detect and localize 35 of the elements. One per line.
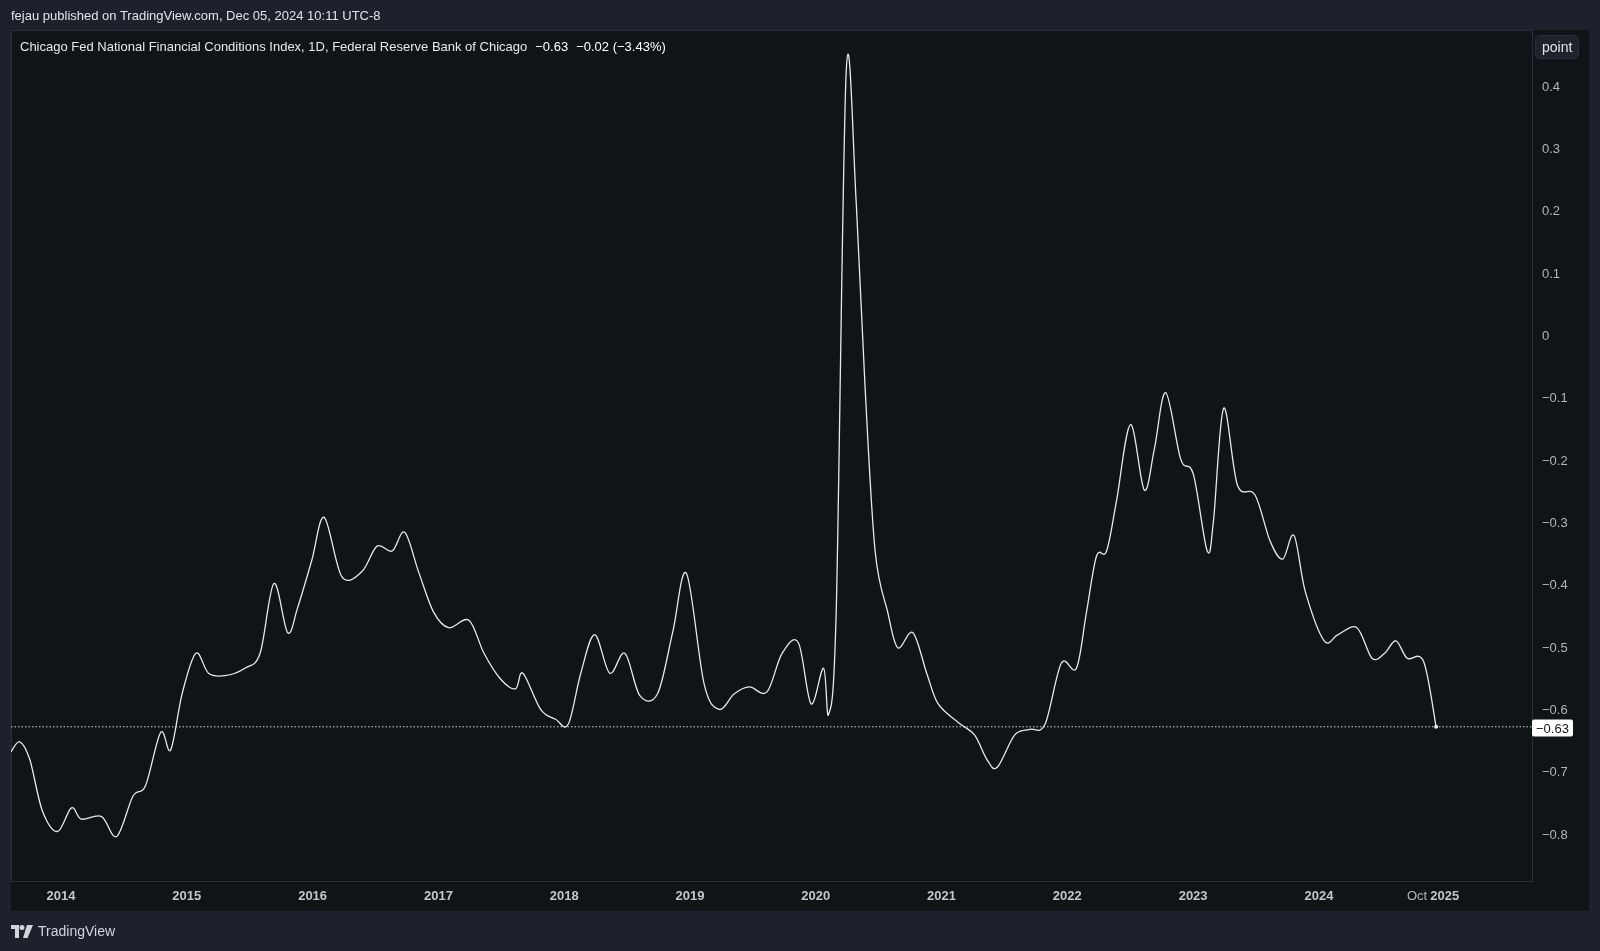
y-axis-label: −0.4 bbox=[1542, 576, 1568, 592]
y-axis-label: −0.2 bbox=[1542, 452, 1568, 468]
y-axis-label: 0.2 bbox=[1542, 203, 1561, 218]
legend-value: −0.63 bbox=[535, 39, 569, 54]
x-axis-label: 2021 bbox=[927, 888, 956, 903]
x-axis-label: 2022 bbox=[1052, 888, 1082, 903]
y-axis-label: −0.8 bbox=[1542, 826, 1568, 842]
x-axis-label: 2015 bbox=[172, 888, 202, 903]
x-axis-label: 2023 bbox=[1178, 888, 1208, 903]
x-axis-label: 2025 bbox=[1430, 888, 1460, 903]
y-axis-label: −0.5 bbox=[1542, 639, 1568, 655]
x-axis-label: 2020 bbox=[801, 888, 831, 903]
y-axis-label: 0 bbox=[1542, 327, 1550, 343]
x-axis-label: 2016 bbox=[298, 888, 328, 903]
x-axis-label: 2014 bbox=[46, 888, 76, 903]
y-axis-label: 0.3 bbox=[1542, 140, 1561, 156]
x-axis-label: 2018 bbox=[549, 888, 579, 903]
logo-icon bbox=[11, 924, 33, 938]
x-axis-label: 2019 bbox=[675, 888, 705, 903]
y-axis-label: −0.7 bbox=[1542, 763, 1568, 779]
x-axis-label: Oct bbox=[1406, 888, 1428, 903]
y-axis-label: 0.4 bbox=[1542, 78, 1561, 94]
scale-mode-button[interactable]: point bbox=[1535, 35, 1580, 59]
y-axis-label: 0.1 bbox=[1542, 265, 1561, 281]
y-axis-label: −0.6 bbox=[1542, 701, 1568, 717]
legend-title: Chicago Fed National Financial Conditions Index, 1D, Federal Reserve Bank of Chicago bbox=[20, 39, 528, 54]
publisher-caption: fejau published on TradingView.com, Dec 05, 2024 10:11 UTC-8 bbox=[11, 7, 381, 23]
price-label: −0.63 bbox=[1532, 719, 1573, 737]
y-axis-label: −0.3 bbox=[1542, 514, 1568, 530]
x-axis-label: 2024 bbox=[1304, 888, 1334, 903]
last-point-dot bbox=[1434, 724, 1439, 729]
y-axis-label: −0.1 bbox=[1542, 389, 1568, 405]
x-axis-label: 2017 bbox=[423, 888, 453, 903]
logo-text: TradingView bbox=[38, 923, 116, 939]
legend-change: −0.02 (−3.43%) bbox=[576, 39, 666, 54]
